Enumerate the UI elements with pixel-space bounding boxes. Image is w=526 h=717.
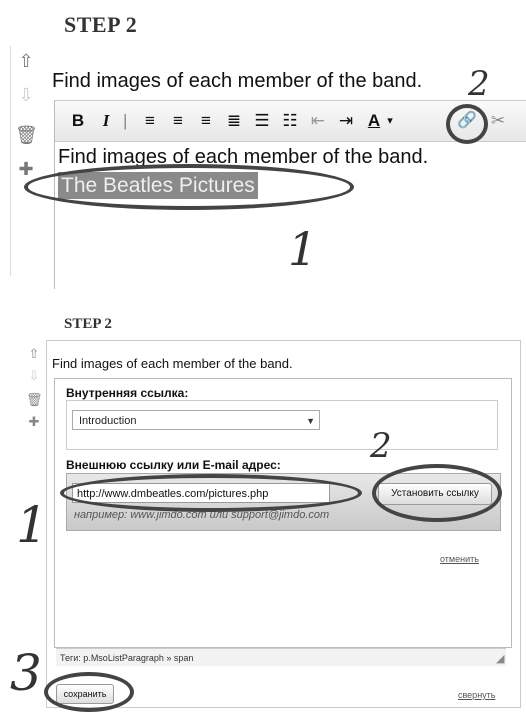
tags-path-bar: Теги: p.MsoListParagraph » span: [56, 648, 506, 666]
align-left-icon[interactable]: ≡: [139, 110, 161, 132]
align-right-icon[interactable]: ≡: [195, 110, 217, 132]
trash-icon[interactable]: 🗑: [15, 124, 38, 146]
external-link-label: Внешнюю ссылку или E-mail адрес:: [66, 458, 281, 472]
internal-link-label: Внутренняя ссылка:: [66, 386, 189, 400]
highlight-circle-save-button: [44, 672, 134, 712]
block-side-controls-bottom: ⇧ ⇩ 🗑 ✚: [26, 346, 43, 436]
trash-icon[interactable]: 🗑: [26, 392, 43, 408]
italic-button[interactable]: I: [97, 110, 115, 132]
step-heading-top: STEP 2: [64, 12, 138, 37]
highlight-circle-link-button: [446, 104, 488, 144]
unlink-icon[interactable]: ✂: [487, 110, 509, 132]
align-justify-icon[interactable]: ≣: [223, 110, 245, 132]
numbered-list-icon[interactable]: ☷: [279, 110, 301, 132]
block-title-bottom: Find images of each member of the band.: [52, 356, 293, 371]
annotation-number-1-top: 1: [288, 222, 318, 276]
add-block-icon[interactable]: ✚: [26, 414, 42, 430]
internal-link-select[interactable]: Introduction ▼: [72, 410, 320, 430]
annotation-number-3-bottom: 3: [10, 644, 42, 702]
add-block-icon[interactable]: ✚: [15, 158, 37, 180]
internal-link-value: Introduction: [79, 415, 137, 427]
indent-icon[interactable]: ⇥: [335, 110, 357, 132]
resize-grip-icon[interactable]: ◢: [496, 652, 504, 665]
annotation-number-1-bottom: 1: [16, 496, 48, 554]
highlight-circle-selection: [24, 164, 354, 210]
cancel-link[interactable]: отменить: [440, 554, 479, 564]
toolbar-divider: |: [123, 111, 128, 130]
block-side-controls-top: ⇧ ⇩ 🗑 ✚: [10, 46, 43, 276]
highlight-circle-set-link-button: [372, 464, 502, 522]
collapse-link[interactable]: свернуть: [458, 690, 495, 700]
annotation-number-2-bottom: 2: [370, 426, 392, 466]
move-down-icon[interactable]: ⇩: [26, 368, 42, 384]
outdent-icon[interactable]: ⇤: [307, 110, 329, 132]
move-up-icon[interactable]: ⇧: [26, 346, 42, 362]
step-heading-bottom: STEP 2: [64, 316, 112, 332]
block-title-top: Find images of each member of the band.: [52, 70, 423, 92]
annotation-number-2-top: 2: [468, 64, 490, 104]
bullet-list-icon[interactable]: ☰: [251, 110, 273, 132]
move-down-icon[interactable]: ⇩: [15, 84, 37, 106]
chevron-down-icon[interactable]: ▾: [385, 110, 395, 132]
highlight-circle-url-input: [60, 474, 362, 512]
chevron-down-icon: ▼: [306, 416, 315, 426]
align-center-icon[interactable]: ≡: [167, 110, 189, 132]
font-color-button[interactable]: A: [363, 110, 385, 132]
move-up-icon[interactable]: ⇧: [15, 50, 37, 72]
bold-button[interactable]: B: [69, 110, 87, 132]
